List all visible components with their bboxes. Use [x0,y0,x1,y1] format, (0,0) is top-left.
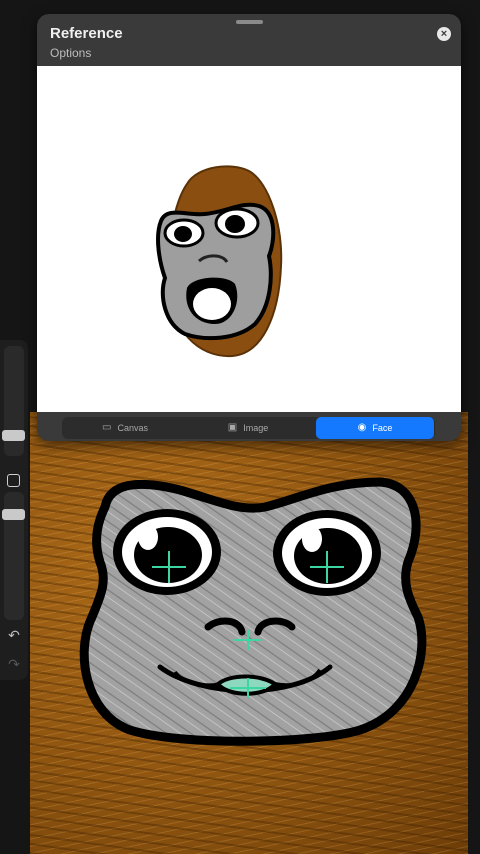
opacity-thumb[interactable] [2,509,25,520]
redo-icon[interactable]: ↷ [5,655,23,673]
left-eye [113,509,221,595]
panel-grabber[interactable] [236,20,263,24]
drawing-canvas[interactable] [30,412,468,854]
image-icon: ▣ [227,422,238,433]
reference-panel: Reference Options × ▭ Canvas ▣ Image ◉ F… [37,14,461,441]
gorilla-face-drawing [79,477,427,746]
undo-icon[interactable]: ↶ [5,626,23,644]
face-icon: ◉ [357,422,367,433]
reference-mode-tabs: ▭ Canvas ▣ Image ◉ Face [62,417,435,439]
panel-title: Reference [50,25,123,42]
face-reference-preview [156,165,283,358]
close-icon[interactable]: × [437,27,451,41]
brush-size-thumb[interactable] [2,430,25,441]
modifier-button[interactable] [7,474,20,487]
tab-image[interactable]: ▣ Image [189,417,307,439]
tab-canvas[interactable]: ▭ Canvas [66,417,184,439]
reference-preview[interactable] [37,66,461,412]
reference-teeth [193,288,231,320]
tab-face[interactable]: ◉ Face [316,417,434,439]
canvas-icon: ▭ [102,422,112,433]
options-button[interactable]: Options [50,46,91,60]
